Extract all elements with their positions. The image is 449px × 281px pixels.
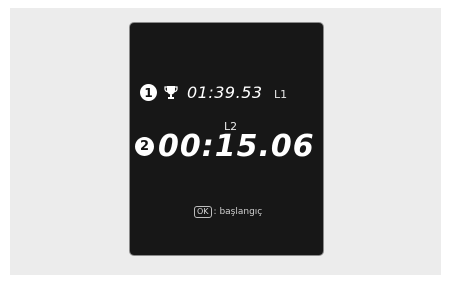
best-lap-label: L1 bbox=[274, 88, 288, 101]
trophy-icon bbox=[164, 86, 178, 99]
start-hint-label: : başlangıç bbox=[213, 207, 263, 217]
current-lap-time: 00:15.06 bbox=[158, 129, 315, 164]
callout-marker-2: 2 bbox=[135, 137, 154, 156]
callout-marker-1: 1 bbox=[140, 84, 157, 101]
device-screen: 1 01:39.53 L1 L2 2 00:15.06 OK : başlang… bbox=[129, 22, 324, 256]
best-lap-time: 01:39.53 bbox=[187, 83, 263, 102]
ok-key-icon: OK bbox=[194, 206, 212, 218]
ok-start-hint: OK : başlangıç bbox=[194, 206, 262, 218]
